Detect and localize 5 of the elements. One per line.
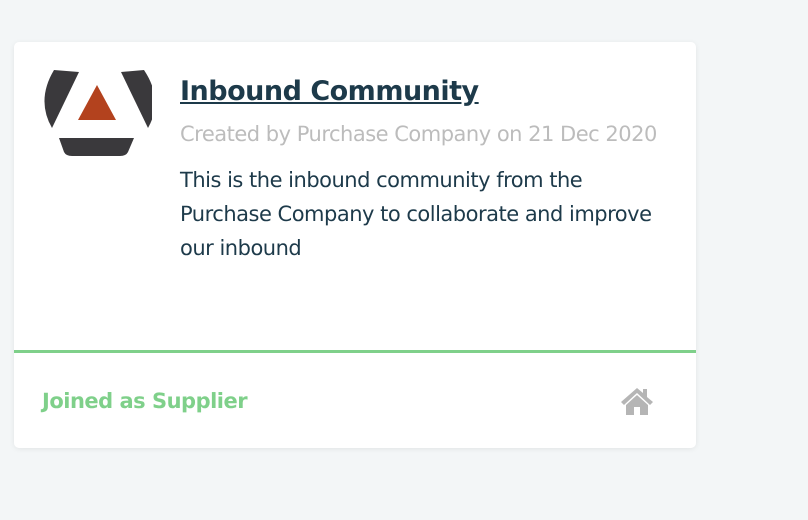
created-by-text: Created by Purchase Company on 21 Dec 2020: [180, 121, 658, 148]
home-icon[interactable]: [620, 386, 654, 416]
membership-status: Joined as Supplier: [42, 388, 248, 412]
community-title-link[interactable]: Inbound Community: [180, 76, 666, 107]
community-description: This is the inbound community from the Purchase Company to collaborate and improve our inbound: [180, 167, 652, 262]
